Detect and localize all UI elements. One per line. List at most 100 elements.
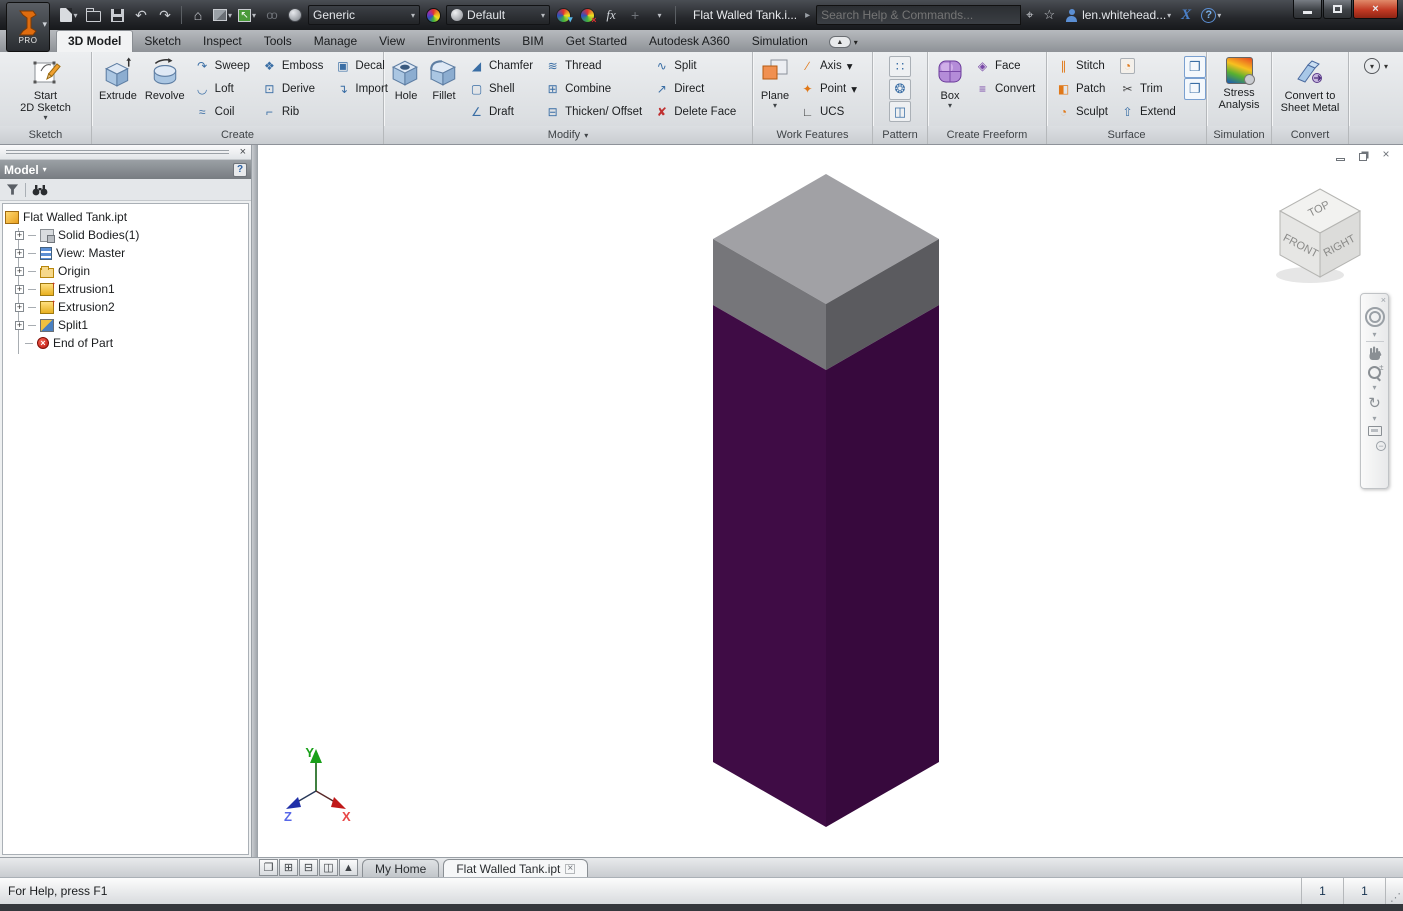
tab-sketch[interactable]: Sketch (133, 31, 192, 52)
freeform-box-dropdown-icon[interactable]: ▾ (948, 102, 952, 110)
derive-button[interactable]: ⊡ Derive (258, 79, 328, 99)
chamfer-button[interactable]: ◢ Chamfer (465, 56, 537, 76)
browser-help-button[interactable]: ? (233, 162, 247, 177)
add-command-button[interactable]: + (624, 3, 646, 27)
coil-button[interactable]: ≈ Coil (191, 102, 254, 122)
select-button[interactable]: ↖ ▾ (236, 3, 258, 27)
color-wheel-button[interactable] (422, 3, 444, 27)
sweep-button[interactable]: ↷ Sweep (191, 56, 254, 76)
shell-button[interactable]: ▢ Shell (465, 79, 537, 99)
sculpt-button[interactable]: ◔ Sculpt (1052, 102, 1112, 122)
revolve-button[interactable]: Revolve (141, 54, 189, 124)
material-combo[interactable]: Generic ▾ (308, 5, 421, 25)
render-button[interactable]: ▾ (211, 3, 234, 27)
freeform-face-button[interactable]: ◈ Face (971, 56, 1039, 76)
circular-pattern-button[interactable]: ❂ (889, 78, 911, 100)
zoom-dropdown-icon[interactable]: ▾ (1372, 383, 1376, 392)
plane-dropdown-icon[interactable]: ▾ (773, 102, 777, 110)
new-file-button[interactable]: ▾ (58, 3, 80, 27)
trim-button[interactable]: ✂ Trim (1116, 79, 1180, 99)
render-dropdown-icon[interactable]: ▾ (228, 11, 232, 20)
redo-button[interactable]: ↷ (154, 3, 176, 27)
loft-button[interactable]: ◡ Loft (191, 79, 254, 99)
adjust-appearance-button[interactable]: ▾ (552, 3, 574, 27)
tree-item-extrusion1[interactable]: + Extrusion1 (5, 280, 246, 298)
tile-windows-button[interactable]: ⊞ (279, 859, 298, 876)
tab-3d-model[interactable]: 3D Model (56, 30, 134, 52)
convert-to-sheet-metal-button[interactable]: Convert to Sheet Metal (1277, 54, 1344, 124)
patch-button[interactable]: ◧ Patch (1052, 79, 1112, 99)
decal-button[interactable]: ▣ Decal (331, 56, 392, 76)
material-combo-dropdown-icon[interactable]: ▾ (411, 11, 415, 20)
mirror-button[interactable]: ◫ (889, 101, 911, 122)
model-canvas[interactable] (258, 145, 1403, 857)
split-button[interactable]: ∿ Split (650, 56, 740, 76)
close-button[interactable]: × (1353, 0, 1398, 19)
browser-grip[interactable]: × (0, 145, 251, 160)
thread-button[interactable]: ≋ Thread (541, 56, 646, 76)
expand-icon[interactable]: + (15, 302, 24, 312)
freeform-convert-button[interactable]: ≡ Convert (971, 79, 1039, 99)
tile-vertical-button[interactable]: ◫ (319, 859, 338, 876)
model-purple-left-face[interactable] (713, 305, 826, 827)
surface-fillet-button[interactable]: ◔ (1116, 56, 1180, 76)
start-2d-sketch-button[interactable]: Start 2D Sketch ▾ (16, 54, 75, 124)
browser-header[interactable]: Model ▾ ? (0, 160, 251, 179)
open-button[interactable] (82, 3, 104, 27)
community-button[interactable]: ⌖ (1021, 7, 1038, 23)
tab-manage[interactable]: Manage (303, 31, 368, 52)
tab-my-home[interactable]: My Home (362, 859, 440, 877)
tree-item-root[interactable]: Flat Walled Tank.ipt (5, 208, 246, 226)
tree-item-view-master[interactable]: + View: Master (5, 244, 246, 262)
model-purple-right-face[interactable] (826, 305, 939, 827)
view-cube[interactable]: TOP FRONT RIGHT (1268, 183, 1378, 288)
favorites-button[interactable]: ☆ (1038, 7, 1060, 23)
pan-hand-button[interactable] (1367, 346, 1383, 361)
application-menu-button[interactable]: PRO ▾ (6, 2, 50, 52)
start-sketch-dropdown-icon[interactable]: ▾ (43, 114, 47, 122)
save-button[interactable] (106, 3, 128, 27)
zoom-button[interactable]: ± (1367, 363, 1384, 380)
plane-button[interactable]: Plane ▾ (756, 54, 794, 124)
thicken-offset-button[interactable]: ⊟ Thicken/ Offset (541, 102, 646, 122)
search-binoculars-icon[interactable] (32, 184, 48, 196)
extend-button[interactable]: ⇧ Extend (1116, 102, 1180, 122)
3d-viewport[interactable]: × TOP FRONT RIGHT × ▾ ± ▾ ↻ ▾ − Y Z X (258, 145, 1403, 857)
home-button[interactable]: ⌂ (187, 3, 209, 27)
maximize-button[interactable] (1323, 0, 1352, 19)
replace-face-button[interactable]: ❒ (1183, 56, 1206, 78)
emboss-button[interactable]: ❖ Emboss (258, 56, 328, 76)
panel-label-modify[interactable]: Modify ▾ (384, 126, 752, 144)
material-browser-button[interactable] (284, 3, 306, 27)
clear-appearance-button[interactable]: × (576, 3, 598, 27)
stress-analysis-button[interactable]: Stress Analysis (1215, 54, 1264, 124)
expand-icon[interactable]: + (15, 248, 24, 258)
expand-icon[interactable]: + (15, 266, 24, 276)
ribbon-minimize-control[interactable]: ▲ ▾ (828, 36, 858, 52)
fillet-button[interactable]: Fillet (425, 54, 463, 124)
point-button[interactable]: ✦ Point ▾ (796, 79, 861, 99)
help-button[interactable]: ? ▾ (1196, 7, 1226, 23)
tab-bim[interactable]: BIM (511, 31, 554, 52)
help-search-box[interactable] (816, 5, 1022, 25)
delete-face-button[interactable]: ✘ Delete Face (650, 102, 740, 122)
extrude-button[interactable]: Extrude (95, 54, 141, 124)
combine-button[interactable]: ⊞ Combine (541, 79, 646, 99)
minimize-button[interactable] (1293, 0, 1322, 19)
filter-icon[interactable] (6, 183, 19, 196)
tile-horizontal-button[interactable]: ⊟ (299, 859, 318, 876)
stitch-button[interactable]: ∥ Stitch (1052, 56, 1112, 76)
help-dropdown-icon[interactable]: ▾ (1217, 11, 1221, 20)
delete-surface-button[interactable]: ❐ (1183, 78, 1206, 100)
rib-button[interactable]: ⌐ Rib (258, 102, 328, 122)
ribbon-collapse-dropdown-icon[interactable]: ▾ (854, 38, 858, 47)
tab-autodesk-a360[interactable]: Autodesk A360 (638, 31, 741, 52)
exchange-apps-button[interactable]: X (1176, 7, 1196, 24)
user-dropdown-icon[interactable]: ▾ (1167, 11, 1171, 20)
rectangular-pattern-button[interactable]: ∷ (889, 56, 911, 77)
navbar-minimize-icon[interactable]: − (1376, 441, 1386, 451)
draft-button[interactable]: ∠ Draft (465, 102, 537, 122)
orbit-dropdown-icon[interactable]: ▾ (1372, 414, 1376, 423)
look-at-button[interactable] (1367, 426, 1382, 436)
point-dropdown-icon[interactable]: ▾ (851, 82, 857, 96)
